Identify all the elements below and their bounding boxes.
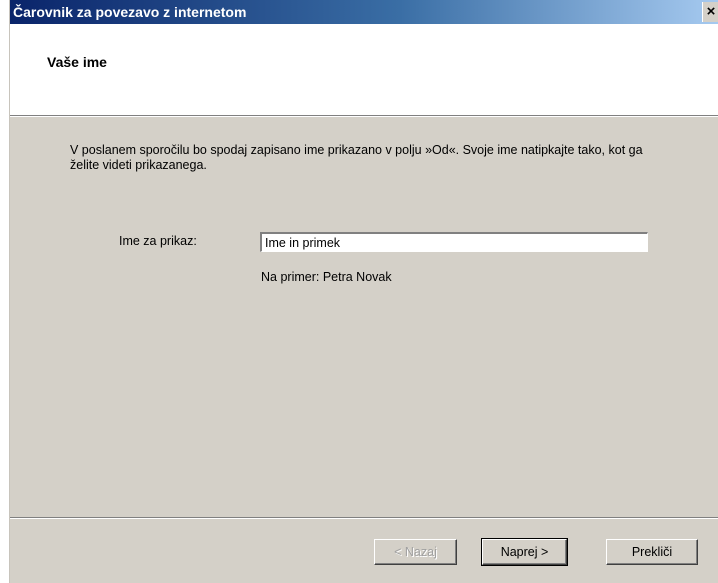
close-button[interactable]: × [702,2,718,22]
example-text: Na primer: Petra Novak [261,270,392,284]
window-title: Čarovnik za povezavo z internetom [13,4,247,20]
page-title: Vaše ime [47,54,107,70]
title-bar[interactable]: Čarovnik za povezavo z internetom × [10,0,718,24]
close-icon: × [706,3,716,20]
display-name-input[interactable] [260,232,648,252]
next-button[interactable]: Naprej > [481,538,568,566]
footer-divider [10,517,718,519]
header-divider [10,115,718,117]
wizard-window: Čarovnik za povezavo z internetom × Vaše… [9,0,718,583]
header-panel: Vaše ime [10,24,718,115]
description-text: V poslanem sporočilu bo spodaj zapisano … [70,143,643,172]
display-name-label: Ime za prikaz: [119,234,197,248]
cancel-button[interactable]: Prekliči [606,539,698,565]
back-button[interactable]: < Nazaj [374,539,457,565]
